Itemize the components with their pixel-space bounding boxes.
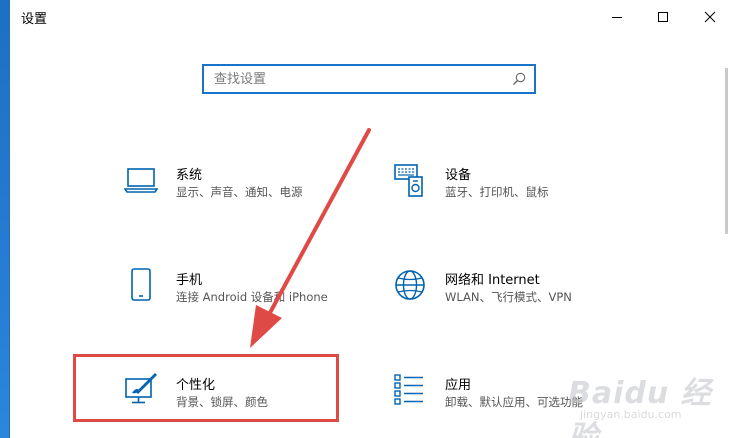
- minimize-icon: [612, 17, 622, 18]
- search-box: [202, 64, 536, 94]
- scrollbar[interactable]: [725, 68, 728, 234]
- tile-devices[interactable]: 设备 蓝牙、打印机、鼠标: [393, 163, 643, 223]
- maximize-button[interactable]: [640, 0, 686, 34]
- tile-phone-title: 手机: [176, 273, 203, 288]
- search-icon[interactable]: [512, 71, 526, 90]
- tile-system-title: 系统: [176, 168, 203, 183]
- tile-system[interactable]: 系统 显示、声音、通知、电源: [124, 163, 374, 223]
- apps-list-icon: [393, 373, 427, 407]
- laptop-icon: [124, 163, 158, 197]
- watermark-url: jingyan.baidu.com: [580, 408, 682, 421]
- tile-network[interactable]: 网络和 Internet WLAN、飞行模式、VPN: [393, 268, 643, 328]
- tile-apps-title: 应用: [445, 378, 472, 393]
- tile-apps-desc: 卸载、默认应用、可选功能: [445, 395, 583, 409]
- phone-icon: [124, 268, 158, 302]
- settings-window: 设置 查找设置 系统 显示、声音、通知、电源 设备 蓝牙、打印机、鼠标 手机 连…: [10, 0, 739, 438]
- tile-system-desc: 显示、声音、通知、电源: [176, 185, 303, 199]
- tile-network-desc: WLAN、飞行模式、VPN: [445, 290, 572, 304]
- tile-phone-desc: 连接 Android 设备和 iPhone: [176, 290, 328, 304]
- desktop-background: [0, 0, 10, 438]
- close-button[interactable]: [687, 0, 733, 34]
- search-input[interactable]: [204, 66, 510, 92]
- close-icon: [704, 11, 716, 23]
- window-title: 设置: [21, 12, 48, 27]
- tile-phone[interactable]: 手机 连接 Android 设备和 iPhone: [124, 268, 374, 328]
- highlight-annotation-box: [73, 354, 339, 422]
- tile-devices-desc: 蓝牙、打印机、鼠标: [445, 185, 549, 199]
- watermark-logo: Baidu 经验: [568, 376, 712, 438]
- title-bar[interactable]: 设置: [10, 0, 739, 34]
- baidu-watermark: Baidu 经验 jingyan.baidu.com: [568, 368, 738, 438]
- minimize-button[interactable]: [594, 0, 640, 34]
- maximize-icon: [658, 12, 668, 22]
- tile-devices-title: 设备: [445, 168, 472, 183]
- globe-icon: [393, 268, 427, 302]
- tile-network-title: 网络和 Internet: [445, 273, 540, 288]
- devices-icon: [393, 163, 427, 197]
